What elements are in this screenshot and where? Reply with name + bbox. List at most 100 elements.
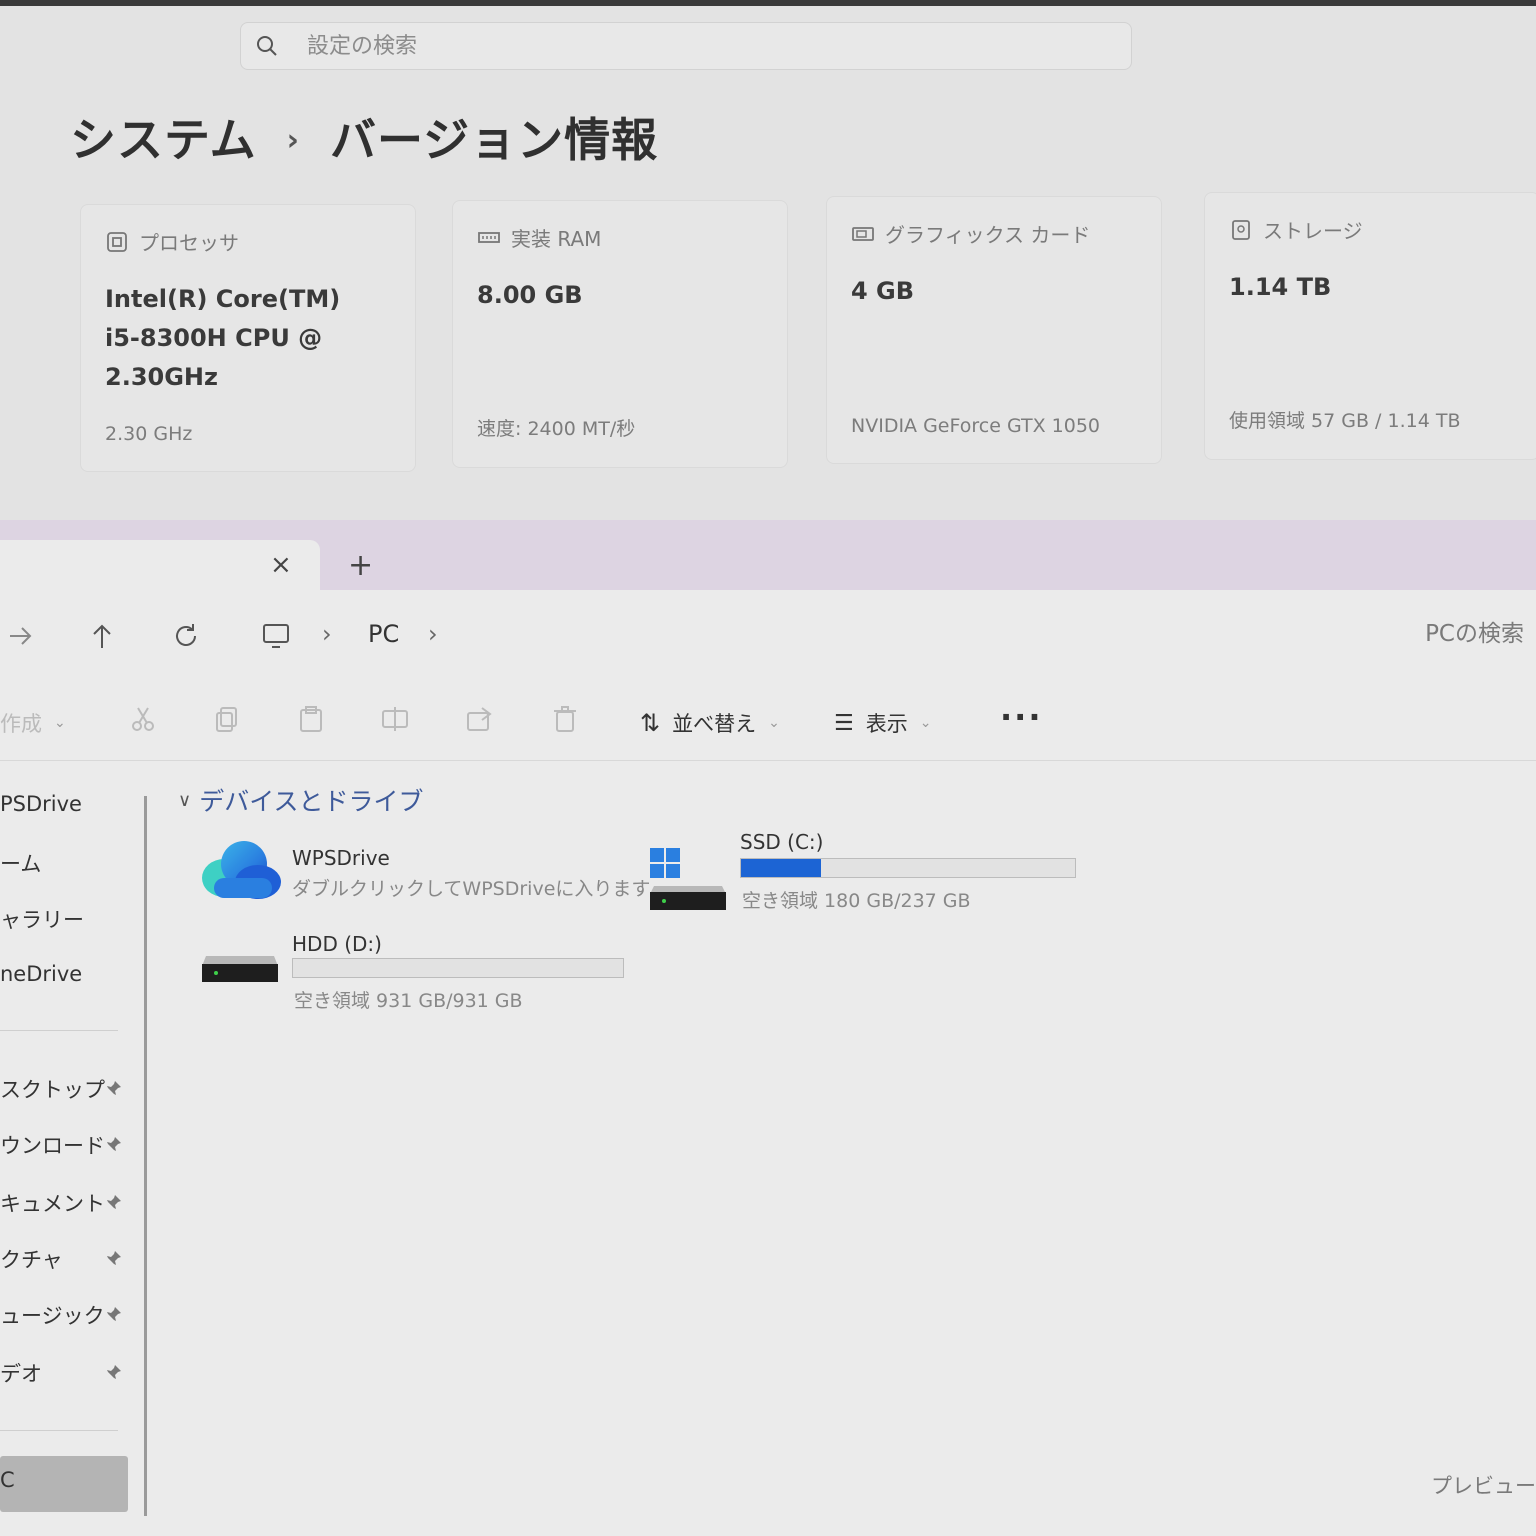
ram-caption: 実装 RAM	[511, 227, 602, 251]
breadcrumb-chevron-icon[interactable]: ›	[322, 620, 332, 648]
chevron-down-icon: ∨	[178, 789, 192, 811]
window-top-edge	[0, 0, 1536, 6]
rename-button[interactable]	[380, 704, 410, 738]
ssd-free-space: 空き領域 180 GB/237 GB	[742, 890, 971, 912]
hard-drive-icon	[202, 956, 278, 982]
tab-pc[interactable]: ×	[0, 540, 320, 590]
processor-card: プロセッサ Intel(R) Core(TM) i5-8300H CPU @ 2…	[80, 204, 416, 472]
sidebar-item-music[interactable]: ュージック	[0, 1300, 105, 1330]
drive-hdd-d[interactable]: HDD (D:) 空き領域 931 GB/931 GB	[202, 930, 642, 1020]
settings-window: システム › バージョン情報 プロセッサ Intel(R) Core(TM) i5-…	[0, 0, 1536, 520]
page-title: システム › バージョン情報	[70, 104, 658, 170]
pin-icon	[107, 1137, 121, 1151]
sidebar-item-pictures[interactable]: クチャ	[0, 1244, 63, 1274]
preview-pane-label: プレビュー	[1431, 1474, 1536, 1498]
settings-search-box[interactable]	[240, 22, 1132, 70]
graphics-caption: グラフィックス カード	[885, 223, 1091, 247]
trash-icon	[554, 706, 576, 732]
graphics-value: 4 GB	[851, 277, 915, 305]
sidebar-separator	[0, 1030, 118, 1031]
content-pane: ∨ デバイスとドライブ WPSDrive ダブルクリックしてWPSDriveに入…	[150, 760, 1536, 1536]
hdd-free-space: 空き領域 931 GB/931 GB	[294, 990, 523, 1012]
group-header-label: デバイスとドライブ	[199, 787, 424, 816]
graphics-card: グラフィックス カード 4 GB NVIDIA GeForce GTX 1050	[826, 196, 1162, 464]
paste-icon	[300, 706, 322, 732]
sidebar-item-videos[interactable]: デオ	[0, 1358, 42, 1388]
command-bar: 作成 ⌄ ⇅ 並べ替え ⌄ ☰ 表示 ⌄ ···	[0, 680, 1536, 761]
paste-button[interactable]	[296, 704, 326, 738]
sidebar-item-desktop[interactable]: スクトップ	[0, 1074, 105, 1104]
view-button[interactable]: ☰ 表示 ⌄	[834, 708, 931, 738]
pc-search-input[interactable]: PCの検索	[1425, 614, 1524, 648]
this-pc-icon[interactable]	[260, 620, 292, 652]
sidebar-item-wpsdrive[interactable]: PSDrive	[0, 792, 82, 816]
sidebar-item-onedrive[interactable]: neDrive	[0, 962, 82, 986]
up-arrow-icon[interactable]	[86, 620, 118, 652]
forward-arrow-icon[interactable]	[4, 620, 36, 652]
sidebar-separator	[0, 1430, 118, 1431]
sidebar-item-downloads[interactable]: ウンロード	[0, 1130, 105, 1160]
ram-icon	[478, 231, 500, 243]
sidebar-item-home[interactable]: ーム	[0, 848, 41, 878]
copy-button[interactable]	[212, 704, 242, 738]
drive-ssd-c[interactable]: SSD (C:) 空き領域 180 GB/237 GB	[650, 828, 1090, 918]
pin-icon	[107, 1251, 121, 1265]
new-button[interactable]: 作成 ⌄	[0, 708, 66, 738]
breadcrumb-about: バージョン情報	[330, 113, 659, 167]
pin-icon	[107, 1365, 121, 1379]
ssd-name: SSD (C:)	[740, 830, 824, 854]
ssd-usage-bar	[740, 858, 1076, 878]
pin-icon	[107, 1307, 121, 1321]
tab-close-button[interactable]: ×	[270, 550, 292, 580]
storage-caption: ストレージ	[1263, 219, 1363, 243]
devices-and-drives-header[interactable]: ∨ デバイスとドライブ	[178, 782, 423, 818]
processor-value-line-3: 2.30GHz	[105, 363, 218, 391]
processor-icon	[107, 231, 127, 252]
navigation-bar: › PC › PCの検索	[0, 590, 1536, 681]
rename-icon	[382, 707, 408, 731]
delete-button[interactable]	[550, 704, 580, 738]
new-label: 作成	[0, 712, 42, 736]
ram-speed: 速度: 2400 MT/秒	[477, 418, 636, 440]
sort-icon: ⇅	[640, 709, 661, 737]
sidebar-item-documents[interactable]: キュメント	[0, 1188, 105, 1218]
pin-icon	[107, 1081, 121, 1095]
hdd-usage-bar	[292, 958, 624, 978]
more-options-button[interactable]: ···	[1000, 698, 1042, 736]
ram-card: 実装 RAM 8.00 GB 速度: 2400 MT/秒	[452, 200, 788, 468]
pane-splitter[interactable]	[144, 796, 147, 1516]
drive-wpsdrive[interactable]: WPSDrive ダブルクリックしてWPSDriveに入ります	[200, 838, 650, 918]
breadcrumb-pc[interactable]: PC	[368, 620, 399, 648]
chevron-down-icon: ⌄	[919, 715, 932, 731]
storage-card: ストレージ 1.14 TB 使用領域 57 GB / 1.14 TB	[1204, 192, 1536, 460]
view-label: 表示	[865, 712, 908, 736]
tab-bar: × +	[0, 520, 1536, 590]
sidebar-item-selected[interactable]: C	[0, 1456, 128, 1512]
navigation-pane: PSDrive ーム ャラリー neDrive スクトップ ウンロード キュメン…	[0, 760, 147, 1536]
graphics-card-icon	[852, 226, 874, 241]
ssd-usage-fill	[741, 859, 822, 877]
chevron-down-icon: ⌄	[768, 715, 780, 731]
file-explorer-window: × + › PC › PCの検索 作成 ⌄ ⇅ 並べ替え ⌄ ☰ 表示 ⌄ ··· PSD…	[0, 520, 1536, 1536]
storage-icon	[1232, 219, 1250, 240]
breadcrumb-system[interactable]: システム	[70, 113, 257, 167]
cut-button[interactable]	[128, 704, 158, 738]
graphics-model: NVIDIA GeForce GTX 1050	[851, 415, 1101, 437]
new-tab-button[interactable]: +	[348, 548, 373, 583]
settings-search-input[interactable]	[305, 32, 1009, 60]
sort-button[interactable]: ⇅ 並べ替え ⌄	[640, 708, 780, 738]
pin-icon	[107, 1195, 121, 1209]
wpsdrive-name: WPSDrive	[292, 846, 390, 870]
scissors-icon	[132, 707, 154, 731]
sidebar-item-gallery[interactable]: ャラリー	[0, 904, 84, 934]
processor-speed: 2.30 GHz	[105, 423, 193, 445]
refresh-icon[interactable]	[170, 620, 202, 652]
breadcrumb-chevron-icon[interactable]: ›	[428, 620, 438, 648]
share-button[interactable]	[464, 704, 494, 738]
storage-usage: 使用領域 57 GB / 1.14 TB	[1229, 410, 1461, 432]
chevron-down-icon: ⌄	[54, 715, 66, 731]
copy-icon	[216, 707, 237, 732]
view-list-icon: ☰	[834, 710, 854, 736]
sort-label: 並べ替え	[672, 712, 757, 736]
wpsdrive-description: ダブルクリックしてWPSDriveに入ります	[292, 878, 651, 900]
